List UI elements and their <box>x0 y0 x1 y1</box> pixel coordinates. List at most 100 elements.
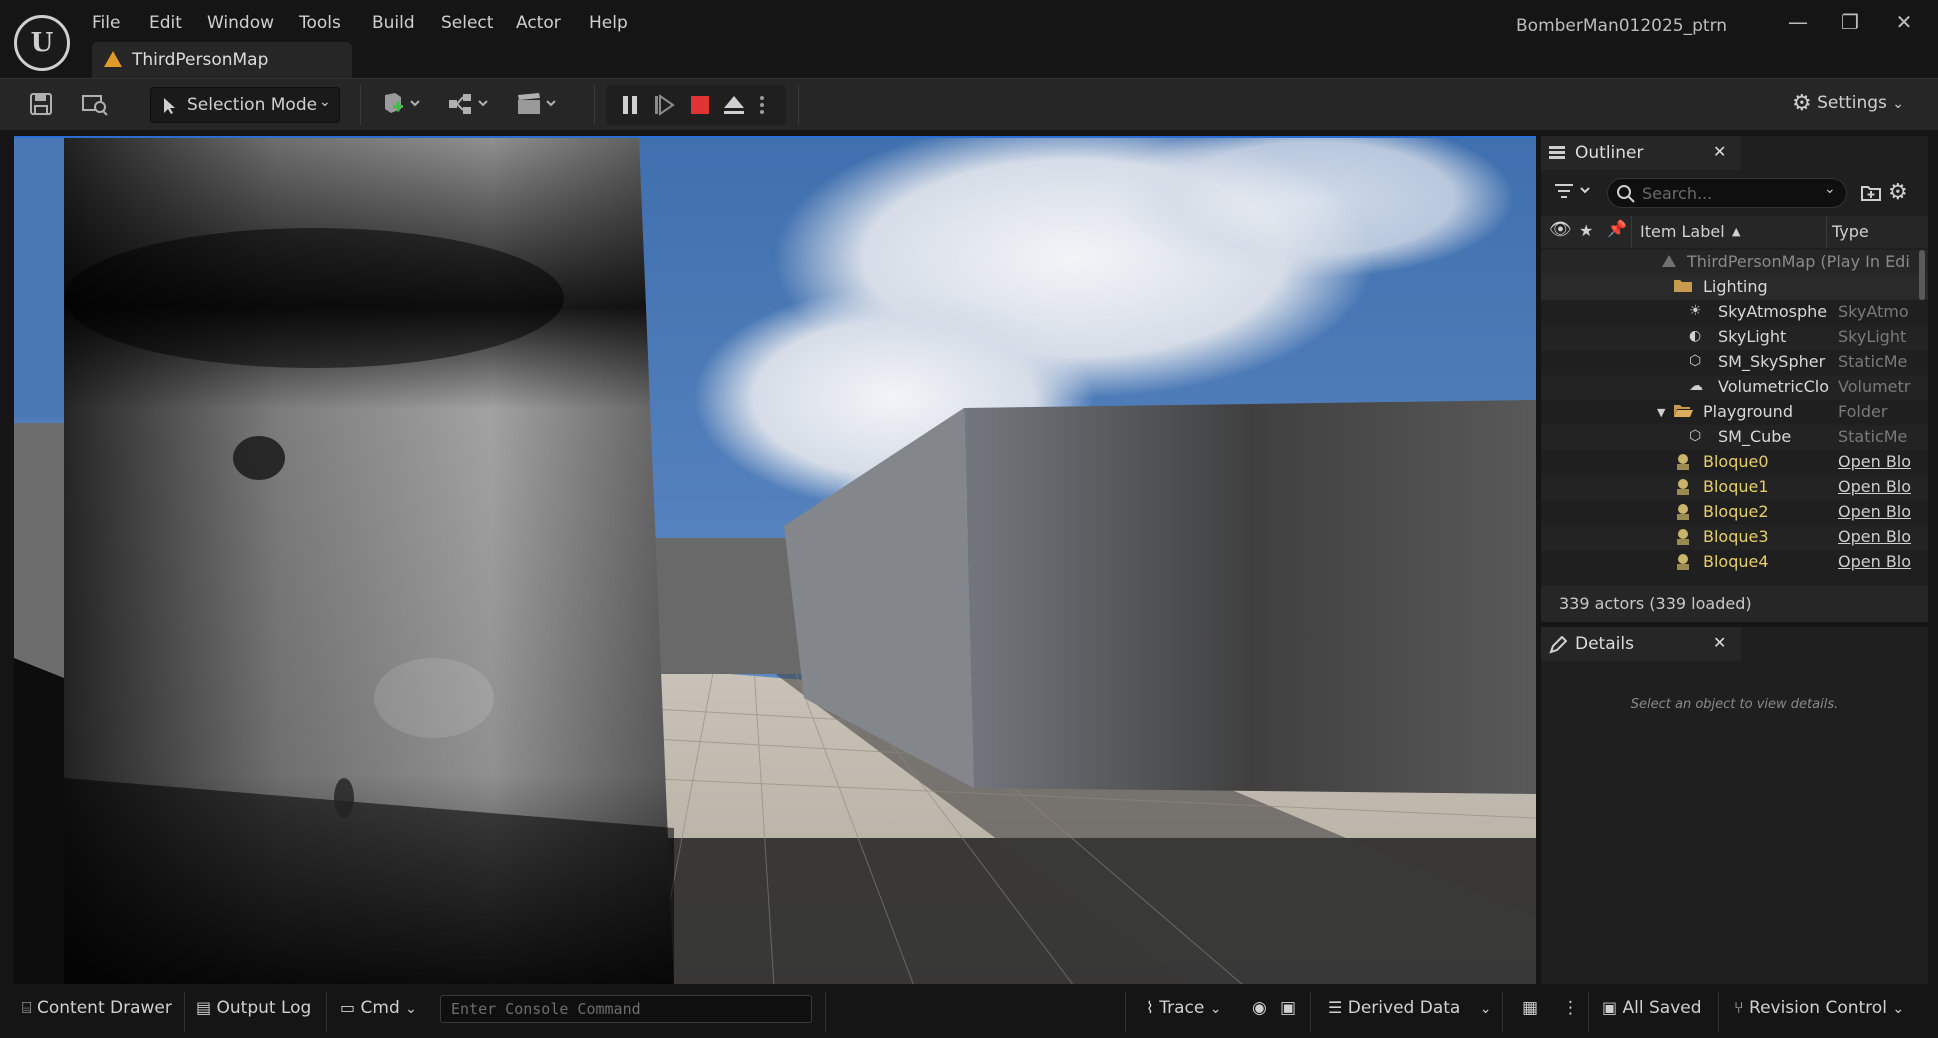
tree-row-sm-cube[interactable]: ⬡ SM_Cube StaticMe <box>1541 425 1928 450</box>
tree-row-bloque3[interactable]: Bloque3 Open Blo <box>1541 525 1928 550</box>
stop-icon[interactable] <box>688 93 712 117</box>
revision-control-dropdown[interactable]: ⑂ Revision Control ⌄ <box>1734 998 1904 1018</box>
status-divider <box>1588 992 1589 1032</box>
derived-data-dropdown[interactable]: ☰ Derived Data ⌄ <box>1328 998 1491 1018</box>
tree-row-bloque2[interactable]: Bloque2 Open Blo <box>1541 500 1928 525</box>
chevron-down-icon: ⌄ <box>1479 1001 1492 1017</box>
tree-row-skylight[interactable]: ◐ SkyLight SkyLight <box>1541 325 1928 350</box>
menu-select[interactable]: Select <box>441 13 493 33</box>
chevron-down-icon: ⌄ <box>1209 1001 1222 1017</box>
tab-label: ThirdPersonMap <box>132 50 269 70</box>
settings-button[interactable]: ⚙ Settings ⌄ <box>1792 91 1904 116</box>
browse-icon[interactable] <box>80 91 110 119</box>
selection-mode-dropdown[interactable]: Selection Mode ⌄ <box>150 87 340 123</box>
close-icon[interactable]: ✕ <box>1713 633 1726 652</box>
content-drawer-button[interactable]: ⌸ Content Drawer <box>22 998 172 1018</box>
viewport-scene <box>14 138 1536 984</box>
cmd-dropdown[interactable]: ▭ Cmd ⌄ <box>340 998 417 1018</box>
all-saved-button[interactable]: ▣ All Saved <box>1602 998 1702 1018</box>
chevron-down-icon: ⌄ <box>405 1001 417 1017</box>
gear-icon[interactable]: ⚙ <box>1888 180 1912 205</box>
tree-row-skyatmosphere[interactable]: ☀ SkyAtmosphe SkyAtmo <box>1541 300 1928 325</box>
trace-record-icon[interactable]: ◉ <box>1252 998 1267 1018</box>
folder-icon <box>1673 278 1692 296</box>
pencil-icon <box>1549 636 1567 654</box>
outliner-title: Outliner <box>1575 143 1644 163</box>
search-placeholder: Search... <box>1642 184 1713 203</box>
eject-icon[interactable] <box>722 93 746 117</box>
project-name: BomberMan012025_ptrn <box>1516 16 1728 36</box>
search-icon <box>1617 185 1635 203</box>
blueprint-actor-icon <box>1674 503 1692 521</box>
tree-row-sm-skysphere[interactable]: ⬡ SM_SkySpher StaticMe <box>1541 350 1928 375</box>
screenshot-icon[interactable]: ▣ <box>1280 998 1296 1018</box>
outliner-tab[interactable]: Outliner ✕ <box>1541 136 1741 170</box>
source-control-icon[interactable]: ▦ <box>1522 998 1538 1018</box>
menu-help[interactable]: Help <box>589 13 628 33</box>
details-tab[interactable]: Details ✕ <box>1541 627 1741 661</box>
unreal-logo-icon[interactable]: U <box>14 15 70 71</box>
column-divider <box>1826 216 1827 248</box>
main-toolbar: Selection Mode ⌄ ⚙ Settings ⌄ <box>0 78 1938 130</box>
trace-dropdown[interactable]: ⌇ Trace ⌄ <box>1146 998 1221 1018</box>
cinematics-icon[interactable] <box>514 91 560 119</box>
all-saved-label: All Saved <box>1622 998 1702 1018</box>
add-actor-icon[interactable] <box>378 91 424 119</box>
menu-actor[interactable]: Actor <box>516 13 561 33</box>
open-blueprint-link[interactable]: Open Blo <box>1838 502 1926 521</box>
restore-button[interactable]: ❐ <box>1830 10 1870 38</box>
column-type[interactable]: Type <box>1832 222 1869 241</box>
cursor-icon <box>164 98 175 114</box>
console-command-input[interactable]: Enter Console Command <box>440 995 812 1023</box>
tree-row-bloque4[interactable]: Bloque4 Open Blo <box>1541 550 1928 575</box>
tab-third-person-map[interactable]: ThirdPersonMap <box>92 42 352 78</box>
star-icon[interactable]: ★ <box>1579 221 1593 240</box>
pause-icon[interactable] <box>618 93 642 117</box>
menu-file[interactable]: File <box>92 13 120 33</box>
tree-row-bloque1[interactable]: Bloque1 Open Blo <box>1541 475 1928 500</box>
step-icon[interactable] <box>652 93 676 117</box>
tree-row-bloque0[interactable]: Bloque0 Open Blo <box>1541 450 1928 475</box>
toolbar-divider <box>594 85 595 125</box>
open-blueprint-link[interactable]: Open Blo <box>1838 477 1926 496</box>
minimize-button[interactable]: — <box>1778 10 1818 38</box>
open-blueprint-link[interactable]: Open Blo <box>1838 552 1926 571</box>
tree-row-lighting[interactable]: Lighting <box>1541 275 1928 300</box>
filter-icon <box>1555 184 1590 198</box>
add-folder-icon[interactable] <box>1860 182 1882 204</box>
tree-row-map[interactable]: ThirdPersonMap (Play In Edi <box>1541 250 1928 275</box>
outliner-search-input[interactable]: Search... ⌄ <box>1607 178 1847 208</box>
status-divider <box>1502 992 1503 1032</box>
derived-data-label: Derived Data <box>1347 998 1461 1018</box>
output-log-button[interactable]: ▤ Output Log <box>196 998 311 1018</box>
menu-tools[interactable]: Tools <box>299 13 341 33</box>
blueprint-icon[interactable] <box>446 91 492 119</box>
save-icon[interactable] <box>26 91 56 119</box>
tree-row-volumetric-cloud[interactable]: ☁ VolumetricClo Volumetr <box>1541 375 1928 400</box>
close-icon[interactable]: ✕ <box>1713 142 1726 161</box>
outliner-scrollbar[interactable] <box>1919 250 1925 300</box>
more-icon[interactable] <box>756 93 768 117</box>
menu-build[interactable]: Build <box>372 13 415 33</box>
open-blueprint-link[interactable]: Open Blo <box>1838 452 1926 471</box>
visibility-eye-icon[interactable]: 👁 <box>1549 219 1572 240</box>
column-item-label[interactable]: Item Label <box>1640 222 1725 241</box>
filter-dropdown[interactable] <box>1555 180 1599 206</box>
blueprint-actor-icon <box>1674 478 1692 496</box>
menu-edit[interactable]: Edit <box>149 13 182 33</box>
blueprint-actor-icon <box>1674 453 1692 471</box>
revision-control-label: Revision Control <box>1749 998 1887 1018</box>
level-viewport[interactable] <box>14 136 1536 984</box>
terminal-icon: ▭ <box>340 998 356 1017</box>
open-blueprint-link[interactable]: Open Blo <box>1838 527 1926 546</box>
outliner-panel: Outliner ✕ Search... ⌄ ⚙ 👁 ★ 📌 Item Labe… <box>1541 136 1928 622</box>
pin-icon[interactable]: 📌 <box>1607 219 1627 238</box>
menu-window[interactable]: Window <box>207 13 274 33</box>
chevron-down-icon: ⌄ <box>1892 96 1905 112</box>
gear-icon: ⚙ <box>1792 91 1812 116</box>
tree-row-playground[interactable]: ▼ Playground Folder <box>1541 400 1928 425</box>
close-window-button[interactable]: ✕ <box>1884 10 1924 38</box>
more-icon[interactable]: ⋮ <box>1562 998 1579 1018</box>
save-status-icon: ▣ <box>1602 998 1618 1017</box>
chevron-down-icon[interactable]: ⌄ <box>1824 181 1836 197</box>
